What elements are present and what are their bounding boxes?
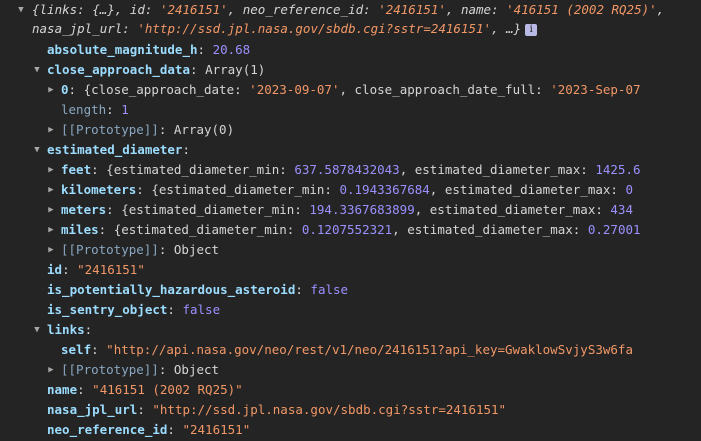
property-value: "2416151" <box>182 422 251 437</box>
property-value: 0.1207552321 <box>301 222 393 237</box>
preview-text: {links: {…}, id: <box>32 2 160 17</box>
property-row-estimated-diameter[interactable]: ▼ estimated_diameter: <box>0 140 701 160</box>
expand-triangle-icon[interactable]: ▶ <box>46 240 56 260</box>
preview-text: {estimated_diameter_min: <box>113 222 302 237</box>
collapse-triangle-icon[interactable]: ▼ <box>32 140 42 160</box>
property-row-nasa-jpl-url[interactable]: nasa_jpl_url: "http://ssd.jpl.nasa.gov/s… <box>0 400 701 420</box>
preview-text: {estimated_diameter_min: <box>121 202 310 217</box>
expand-triangle-icon[interactable]: ▶ <box>46 180 56 200</box>
property-row-is-sentry-object[interactable]: is_sentry_object: false <box>0 300 701 320</box>
collapse-triangle-icon[interactable]: ▼ <box>32 60 42 80</box>
property-value: 0.27001 <box>587 222 641 237</box>
property-key: is_sentry_object <box>47 302 168 317</box>
property-key: id <box>47 262 63 277</box>
property-value: "2416151" <box>77 262 145 277</box>
property-key: self <box>61 342 92 357</box>
property-value: 20.68 <box>212 42 251 57</box>
property-key: close_approach_data <box>47 62 190 77</box>
object-preview-row[interactable]: ▼ {links: {…}, id: '2416151', neo_refere… <box>0 0 701 40</box>
property-key: miles <box>61 222 99 237</box>
collapse-triangle-icon[interactable]: ▼ <box>32 320 42 340</box>
property-value: false <box>182 302 221 317</box>
property-value: Object <box>173 362 220 377</box>
property-value: "http://api.nasa.gov/neo/rest/v1/neo/241… <box>106 342 633 357</box>
expand-triangle-icon[interactable]: ▶ <box>46 220 56 240</box>
property-row-feet[interactable]: ▶ feet: {estimated_diameter_min: 637.587… <box>0 160 701 180</box>
property-row-is-potentially-hazardous[interactable]: is_potentially_hazardous_asteroid: false <box>0 280 701 300</box>
preview-url-value: 'http://ssd.jpl.nasa.gov/sbdb.cgi?sstr=2… <box>137 21 492 36</box>
preview-text: , estimated_diameter_max: <box>392 222 588 237</box>
property-row-id[interactable]: id: "2416151" <box>0 260 701 280</box>
property-key: is_potentially_hazardous_asteroid <box>47 282 296 297</box>
expand-triangle-icon[interactable]: ▶ <box>46 120 56 140</box>
property-row-close-approach-item-0[interactable]: ▶ 0: {close_approach_date: '2023-09-07',… <box>0 80 701 100</box>
preview-text: , estimated_diameter_max: <box>399 162 596 177</box>
preview-text: , close_approach_date_full: <box>339 82 551 97</box>
property-key: [[Prototype]] <box>61 242 159 257</box>
property-row-name[interactable]: name: "416151 (2002 RQ25)" <box>0 380 701 400</box>
preview-id-value: '2416151' <box>159 2 228 17</box>
preview-text: , neo_reference_id: <box>227 2 379 17</box>
property-row-meters[interactable]: ▶ meters: {estimated_diameter_min: 194.3… <box>0 200 701 220</box>
preview-text: , estimated_diameter_max: <box>414 202 611 217</box>
property-row-self[interactable]: self: "http://api.nasa.gov/neo/rest/v1/n… <box>0 340 701 360</box>
property-key: links <box>47 322 85 337</box>
property-key: meters <box>61 202 107 217</box>
property-row-close-approach-data[interactable]: ▼ close_approach_data: Array(1) <box>0 60 701 80</box>
property-value: 1425.6 <box>595 162 641 177</box>
property-value: 434 <box>610 202 633 217</box>
property-row-absolute-magnitude[interactable]: absolute_magnitude_h: 20.68 <box>0 40 701 60</box>
property-value: Array(1) <box>205 62 266 77</box>
property-value: "416151 (2002 RQ25)" <box>92 382 243 397</box>
property-row-length[interactable]: length: 1 <box>0 100 701 120</box>
preview-text: {close_approach_date: <box>83 82 250 97</box>
property-row-prototype[interactable]: ▶ [[Prototype]]: Object <box>0 240 701 260</box>
property-key: neo_reference_id <box>47 422 168 437</box>
property-value: 1 <box>121 102 129 117</box>
property-row-neo-reference-id[interactable]: neo_reference_id: "2416151" <box>0 420 701 440</box>
preview-text: , estimated_diameter_max: <box>429 182 626 197</box>
property-value: '2023-Sep-07 <box>550 82 641 97</box>
preview-neo-ref-value: '2416151' <box>378 2 446 17</box>
devtools-console-object-tree: ▼ {links: {…}, id: '2416151', neo_refere… <box>0 0 701 441</box>
property-key: feet <box>61 162 92 177</box>
property-row-miles[interactable]: ▶ miles: {estimated_diameter_min: 0.1207… <box>0 220 701 240</box>
property-value: Object <box>173 242 220 257</box>
property-key: estimated_diameter <box>47 142 183 157</box>
info-icon[interactable]: i <box>525 23 538 36</box>
expand-triangle-icon[interactable]: ▶ <box>46 200 56 220</box>
property-key: absolute_magnitude_h <box>47 42 198 57</box>
property-row-prototype[interactable]: ▶ [[Prototype]]: Array(0) <box>0 120 701 140</box>
property-key: name <box>47 382 78 397</box>
property-value: 0 <box>625 182 633 197</box>
property-key: kilometers <box>61 182 137 197</box>
property-key: length <box>61 102 107 117</box>
property-key: nasa_jpl_url <box>47 402 138 417</box>
property-key: 0 <box>61 82 69 97</box>
preview-text: {estimated_diameter_min: <box>106 162 295 177</box>
preview-name-value: '416151 (2002 RQ25)' <box>506 2 657 17</box>
property-row-kilometers[interactable]: ▶ kilometers: {estimated_diameter_min: 0… <box>0 180 701 200</box>
preview-text: , name: <box>445 2 507 17</box>
collapse-triangle-icon[interactable]: ▼ <box>16 0 26 20</box>
property-value: 194.3367683899 <box>309 202 415 217</box>
property-value: 637.5878432043 <box>294 162 400 177</box>
property-value: '2023-09-07' <box>249 82 340 97</box>
preview-text: {estimated_diameter_min: <box>151 182 340 197</box>
object-preview: {links: {…}, id: '2416151', neo_referenc… <box>32 0 701 38</box>
property-value: false <box>310 282 349 297</box>
property-key: [[Prototype]] <box>61 362 159 377</box>
property-value: 0.1943367684 <box>339 182 430 197</box>
preview-text: , …} <box>491 21 522 36</box>
property-key: [[Prototype]] <box>61 122 159 137</box>
expand-triangle-icon[interactable]: ▶ <box>46 360 56 380</box>
property-value: "http://ssd.jpl.nasa.gov/sbdb.cgi?sstr=2… <box>152 402 507 417</box>
expand-triangle-icon[interactable]: ▶ <box>46 80 56 100</box>
property-row-links[interactable]: ▼ links: <box>0 320 701 340</box>
expand-triangle-icon[interactable]: ▶ <box>46 160 56 180</box>
property-row-prototype[interactable]: ▶ [[Prototype]]: Object <box>0 360 701 380</box>
property-value: Array(0) <box>173 122 235 137</box>
